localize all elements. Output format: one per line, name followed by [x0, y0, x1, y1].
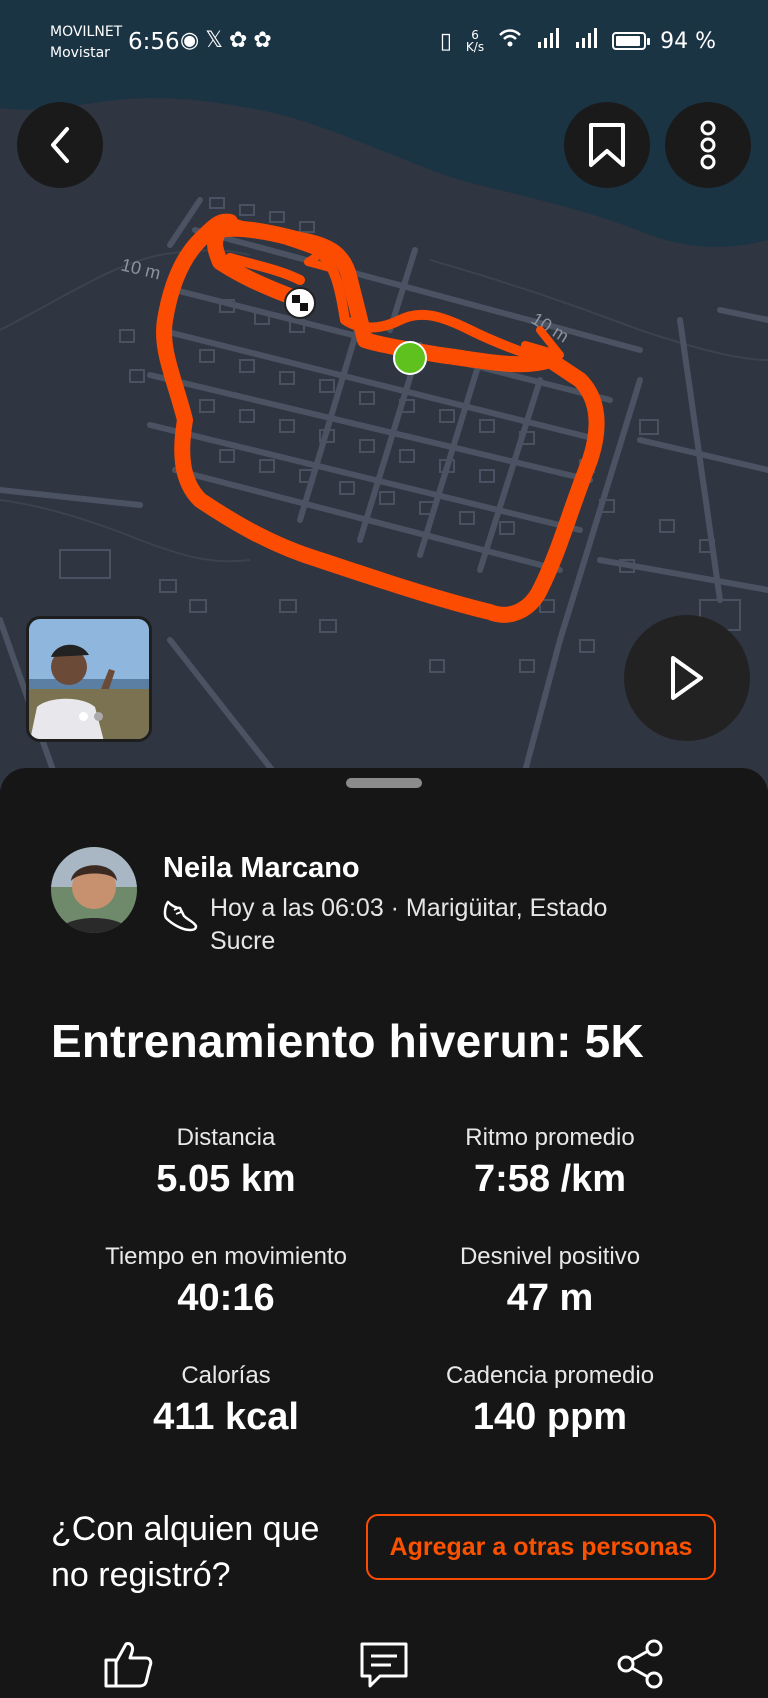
carrier-info: MOVILNET Movistar — [50, 22, 122, 64]
stat-elevation-gain: Desnivel positivo 47 m — [358, 1243, 742, 1320]
route-map[interactable]: 10 m 10 m MOVILNET Movistar 6:56 ◉𝕏✿✿ ▯ … — [0, 0, 768, 790]
wifi-icon — [498, 28, 522, 54]
carrier-2: Movistar — [50, 45, 110, 61]
stat-value: 7:58 /km — [473, 1158, 627, 1200]
battery-icon — [612, 32, 651, 50]
stat-value: 140 ppm — [472, 1396, 628, 1438]
tag-others-prompt: ¿Con alquien que no registró? — [51, 1510, 320, 1594]
stat-label: Cadencia promedio — [445, 1362, 655, 1389]
back-button[interactable] — [17, 102, 103, 188]
network-speed: 6 K/s — [466, 29, 484, 53]
comment-icon — [360, 1642, 408, 1688]
comment-button[interactable] — [358, 1638, 410, 1695]
stat-avg-pace: Ritmo promedio 7:58 /km — [358, 1124, 742, 1201]
more-vertical-icon — [700, 120, 716, 170]
bookmark-icon — [589, 123, 625, 167]
kudos-button[interactable] — [102, 1638, 154, 1695]
finish-marker — [284, 287, 316, 319]
activity-photo[interactable] — [26, 616, 152, 742]
battery-level: 94 % — [660, 28, 716, 54]
vibrate-icon: ▯ — [439, 28, 452, 54]
notification-icons: ◉𝕏✿✿ — [180, 28, 278, 53]
photo-image — [29, 619, 149, 739]
sheet-drag-handle[interactable] — [346, 778, 422, 788]
save-route-button[interactable] — [564, 102, 650, 188]
stat-label: Desnivel positivo — [459, 1243, 641, 1270]
system-icons: ▯ 6 K/s 94 % — [440, 28, 716, 54]
play-icon — [671, 656, 703, 700]
carrier-1: MOVILNET — [50, 24, 123, 40]
photo-pager — [79, 712, 103, 721]
signal-icon — [536, 28, 560, 54]
app-notification-icon: ✿ — [253, 28, 278, 53]
thumbs-up-icon — [104, 1642, 153, 1688]
share-button[interactable] — [614, 1638, 666, 1695]
x-app-icon: 𝕏 — [205, 28, 229, 53]
action-bar — [0, 1638, 768, 1698]
signal-icon — [574, 28, 598, 54]
share-icon — [617, 1639, 663, 1689]
more-options-button[interactable] — [665, 102, 751, 188]
athlete-avatar[interactable] — [51, 847, 137, 933]
play-flyover-button[interactable] — [624, 615, 750, 741]
contour-label: 10 m — [119, 254, 163, 283]
chevron-left-icon — [51, 127, 69, 163]
stat-avg-cadence: Cadencia promedio 140 ppm — [358, 1362, 742, 1439]
app-notification-icon: ✿ — [228, 28, 254, 53]
run-shoe-icon — [163, 900, 198, 932]
start-marker — [393, 341, 427, 375]
activity-date-location: Hoy a las 06:03 · Marigüitar, Estado Suc… — [210, 894, 608, 955]
stat-value: 47 m — [506, 1277, 594, 1319]
athlete-name[interactable]: Neila Marcano — [163, 852, 360, 885]
net-speed-unit: K/s — [465, 40, 485, 54]
status-time: 6:56 — [128, 29, 180, 55]
eye-icon: ◉ — [180, 28, 206, 53]
add-others-button[interactable]: Agregar a otras personas — [366, 1514, 716, 1580]
stat-label: Ritmo promedio — [465, 1124, 635, 1151]
activity-details-sheet: Neila Marcano Hoy a las 06:03 · Marigüit… — [0, 768, 768, 1698]
activity-title: Entrenamiento hiverun: 5K — [51, 1015, 644, 1067]
status-bar: MOVILNET Movistar 6:56 ◉𝕏✿✿ ▯ 6 K/s 94 % — [0, 0, 768, 90]
